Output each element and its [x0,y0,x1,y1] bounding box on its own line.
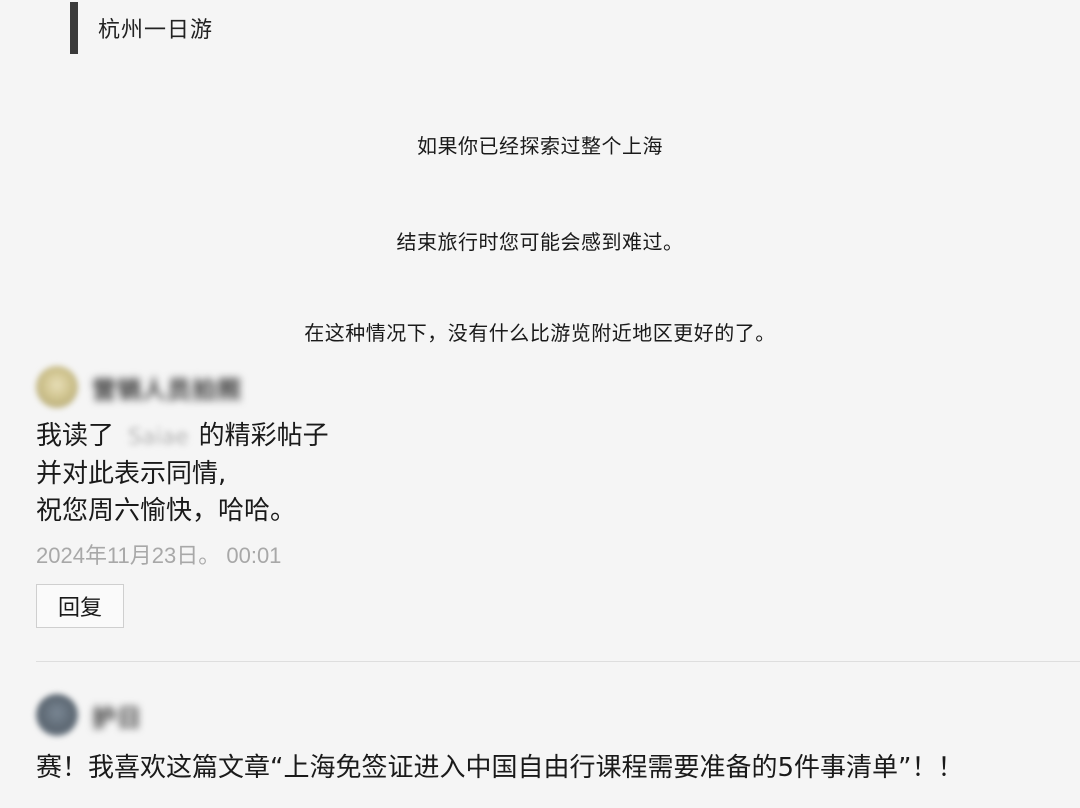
comment-body-prefix: 我读了 [36,421,115,451]
avatar-icon[interactable] [36,694,78,736]
comment-body-line-1: 我读了 Saiae 的精彩帖子 [36,418,1080,456]
comment-body-line-3: 祝您周六愉快，哈哈。 [36,496,297,526]
comment-author-name[interactable]: 护日 [92,698,142,733]
section-accent-bar [70,2,78,54]
comment-header: 营销人员拍照 [36,362,1080,412]
comment-author-name[interactable]: 营销人员拍照 [92,370,242,405]
comment-mention[interactable]: Saiae [128,419,189,456]
page: 杭州一日游 如果你已经探索过整个上海 结束旅行时您可能会感到难过。 在这种情况下… [0,0,1080,808]
comment-item: 营销人员拍照 我读了 Saiae 的精彩帖子 并对此表示同情, 祝您周六愉快，哈哈。… [36,362,1080,628]
section-header: 杭州一日游 [70,2,213,54]
comment-item: 护日 赛！我喜欢这篇文章“上海免签证进入中国自由行课程需要准备的5件事清单”！！ [36,690,1080,787]
comment-body-suffix: 的精彩帖子 [198,421,329,451]
avatar-icon[interactable] [36,366,78,408]
comment-body: 赛！我喜欢这篇文章“上海免签证进入中国自由行课程需要准备的5件事清单”！！ [36,753,964,783]
article-line-2: 结束旅行时您可能会感到难过。 [396,230,684,254]
comment-header: 护日 [36,690,1080,740]
section-title: 杭州一日游 [98,18,214,43]
comment-body: 我读了 Saiae 的精彩帖子 并对此表示同情, 祝您周六愉快，哈哈。 [36,418,1080,530]
reply-button[interactable]: 回复 [36,584,124,628]
article-line-3: 在这种情况下，没有什么比游览附近地区更好的了。 [304,321,776,345]
article-line-1: 如果你已经探索过整个上海 [417,134,663,158]
comment-timestamp: 2024年11月23日。 00:01 [36,543,282,568]
comment-body-line-2: 并对此表示同情, [36,459,227,489]
comment-divider [36,661,1080,662]
